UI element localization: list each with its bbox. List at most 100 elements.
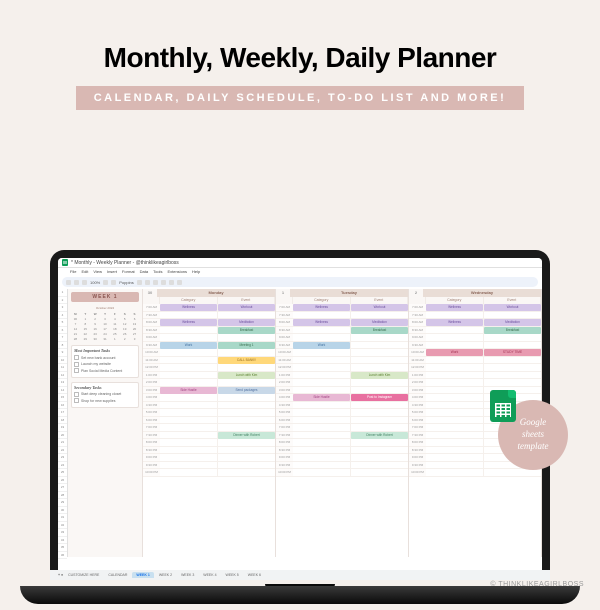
time-slot[interactable]: 2:00 PM [143, 379, 275, 387]
time-slot[interactable]: 8:30 AMBreakfast [276, 327, 408, 335]
time-slot[interactable]: 7:00 PM [143, 424, 275, 432]
time-slot[interactable]: 7:00 AMWellnessWorkout [143, 304, 275, 312]
time-slot[interactable]: 12:00 PM [276, 364, 408, 372]
time-slot[interactable]: 2:00 PM [409, 379, 541, 387]
task-item[interactable]: Shop for new supplies [74, 398, 136, 403]
day-column: 1TuesdayCategoryEvent7:00 AMWellnessWork… [276, 289, 409, 557]
task-item[interactable]: Start deep cleaning closet [74, 392, 136, 397]
toolbar-button[interactable] [145, 280, 150, 285]
time-slot[interactable]: 4:30 PM [276, 402, 408, 410]
menu-item[interactable]: Insert [107, 269, 117, 274]
time-slot[interactable]: 7:30 PMDinner with Robert [143, 432, 275, 440]
sheet-tab[interactable]: WEEK 6 [244, 572, 265, 578]
task-item[interactable]: Plan Social Media Content [74, 368, 136, 373]
time-slot[interactable]: 9:30 PM [276, 462, 408, 470]
sheet-tab[interactable]: CUSTOMIZE HERE [64, 572, 103, 578]
time-slot[interactable]: 8:30 AMBreakfast [143, 327, 275, 335]
task-item[interactable]: Set new bank account [74, 355, 136, 360]
time-slot[interactable]: 7:00 AMWellnessWorkout [409, 304, 541, 312]
time-slot[interactable]: 10:00 AM [276, 349, 408, 357]
sheet-tab[interactable]: CALENDAR [104, 572, 131, 578]
time-slot[interactable]: 8:30 PM [143, 447, 275, 455]
time-slot[interactable]: 6:00 PM [143, 417, 275, 425]
time-slot[interactable]: 8:30 AMBreakfast [409, 327, 541, 335]
time-slot[interactable]: 9:00 PM [143, 454, 275, 462]
sheet-tab[interactable]: WEEK 1 [132, 572, 153, 578]
time-slot[interactable]: 12:00 PM [409, 364, 541, 372]
time-slot[interactable]: 10:00 PM [276, 469, 408, 477]
time-slot[interactable]: 1:00 PMLunch with Kim [276, 372, 408, 380]
time-slot[interactable]: 9:00 PM [276, 454, 408, 462]
time-slot[interactable]: 9:30 AMWork [276, 342, 408, 350]
time-slot[interactable]: 11:00 AM [276, 357, 408, 365]
toolbar-button[interactable] [177, 280, 182, 285]
toolbar-button[interactable] [111, 280, 116, 285]
menu-item[interactable]: Format [122, 269, 135, 274]
time-slot[interactable]: 4:30 PM [143, 402, 275, 410]
sheet-tab[interactable]: WEEK 3 [177, 572, 198, 578]
time-slot[interactable]: 7:00 PM [276, 424, 408, 432]
schedule-grid[interactable]: 30MondayCategoryEvent7:00 AMWellnessWork… [143, 289, 542, 557]
menu-item[interactable]: Help [192, 269, 200, 274]
time-slot[interactable]: 9:30 AM [409, 342, 541, 350]
toolbar-button[interactable] [82, 280, 87, 285]
time-slot[interactable]: 5:00 PM [143, 409, 275, 417]
time-slot[interactable]: 1:00 PMLunch with Kim [143, 372, 275, 380]
time-slot[interactable]: 9:00 AM [276, 334, 408, 342]
time-slot[interactable]: 4:00 PM [143, 394, 275, 402]
time-slot[interactable]: 8:00 PM [276, 439, 408, 447]
time-slot[interactable]: 7:00 AMWellnessWorkout [276, 304, 408, 312]
time-slot[interactable]: 10:00 PM [143, 469, 275, 477]
time-slot[interactable]: 9:30 AMWorkMeeting 1 [143, 342, 275, 350]
time-slot[interactable]: 11:00 AMCALL BANK!! [143, 357, 275, 365]
task-item[interactable]: Launch my website [74, 362, 136, 367]
sheet-tab[interactable]: WEEK 5 [222, 572, 243, 578]
time-slot[interactable]: 9:00 AM [143, 334, 275, 342]
time-slot[interactable]: 8:00 AMWellnessMeditation [276, 319, 408, 327]
time-slot[interactable]: 8:00 PM [143, 439, 275, 447]
toolbar-button[interactable] [74, 280, 79, 285]
menu-item[interactable]: Extensions [167, 269, 187, 274]
menu-item[interactable]: View [93, 269, 102, 274]
time-slot[interactable]: 7:30 AM [276, 312, 408, 320]
toolbar-button[interactable] [153, 280, 158, 285]
time-slot[interactable]: 1:00 PM [409, 372, 541, 380]
time-slot[interactable]: 8:00 AMWellnessMeditation [143, 319, 275, 327]
tabs-menu-icon[interactable]: ≡ [61, 573, 63, 577]
time-slot[interactable]: 12:00 PM [143, 364, 275, 372]
time-slot[interactable]: 10:00 PM [409, 469, 541, 477]
menu-item[interactable]: File [70, 269, 76, 274]
toolbar-button[interactable] [169, 280, 174, 285]
menu-item[interactable]: Edit [81, 269, 88, 274]
time-slot[interactable]: 10:00 AM [143, 349, 275, 357]
mini-cal-grid[interactable]: MTWTFSS301234567891011121314151617181920… [71, 312, 139, 341]
time-slot[interactable]: 4:00 PM [409, 394, 541, 402]
time-slot[interactable]: 9:00 AM [409, 334, 541, 342]
time-slot[interactable]: 5:00 PM [276, 409, 408, 417]
time-slot[interactable]: 11:00 AM [409, 357, 541, 365]
time-slot[interactable]: 2:00 PM [276, 379, 408, 387]
time-slot[interactable]: 3:00 PM [409, 387, 541, 395]
sheet-tab[interactable]: WEEK 2 [155, 572, 176, 578]
time-slot[interactable]: 3:00 PM [276, 387, 408, 395]
time-slot[interactable]: 8:30 PM [276, 447, 408, 455]
toolbar-button[interactable] [137, 280, 142, 285]
toolbar-button[interactable] [66, 280, 71, 285]
menu-item[interactable]: Tools [153, 269, 162, 274]
time-slot[interactable]: 3:00 PMSide HustleSend packages [143, 387, 275, 395]
primary-tasks: Most Important Tasks Set new bank accoun… [71, 345, 139, 378]
time-slot[interactable]: 7:30 AM [409, 312, 541, 320]
time-slot[interactable]: 6:00 PM [276, 417, 408, 425]
time-slot[interactable]: 7:30 PMDinner with Robert [276, 432, 408, 440]
time-slot[interactable]: 4:00 PMSide HustlePost to Instagram [276, 394, 408, 402]
menu-item[interactable]: Data [140, 269, 148, 274]
toolbar-button[interactable] [103, 280, 108, 285]
sheet-tab[interactable]: WEEK 4 [199, 572, 220, 578]
time-slot[interactable]: 8:00 AMWellnessMeditation [409, 319, 541, 327]
toolbar-button[interactable] [161, 280, 166, 285]
time-slot[interactable]: 10:00 AMWorkSTUDY TIME [409, 349, 541, 357]
add-tab-icon[interactable]: + [58, 573, 60, 577]
time-slot[interactable]: 7:30 AM [143, 312, 275, 320]
doc-title[interactable]: * Monthly - Weekly Planner - @thinklikea… [71, 260, 179, 266]
time-slot[interactable]: 9:30 PM [143, 462, 275, 470]
